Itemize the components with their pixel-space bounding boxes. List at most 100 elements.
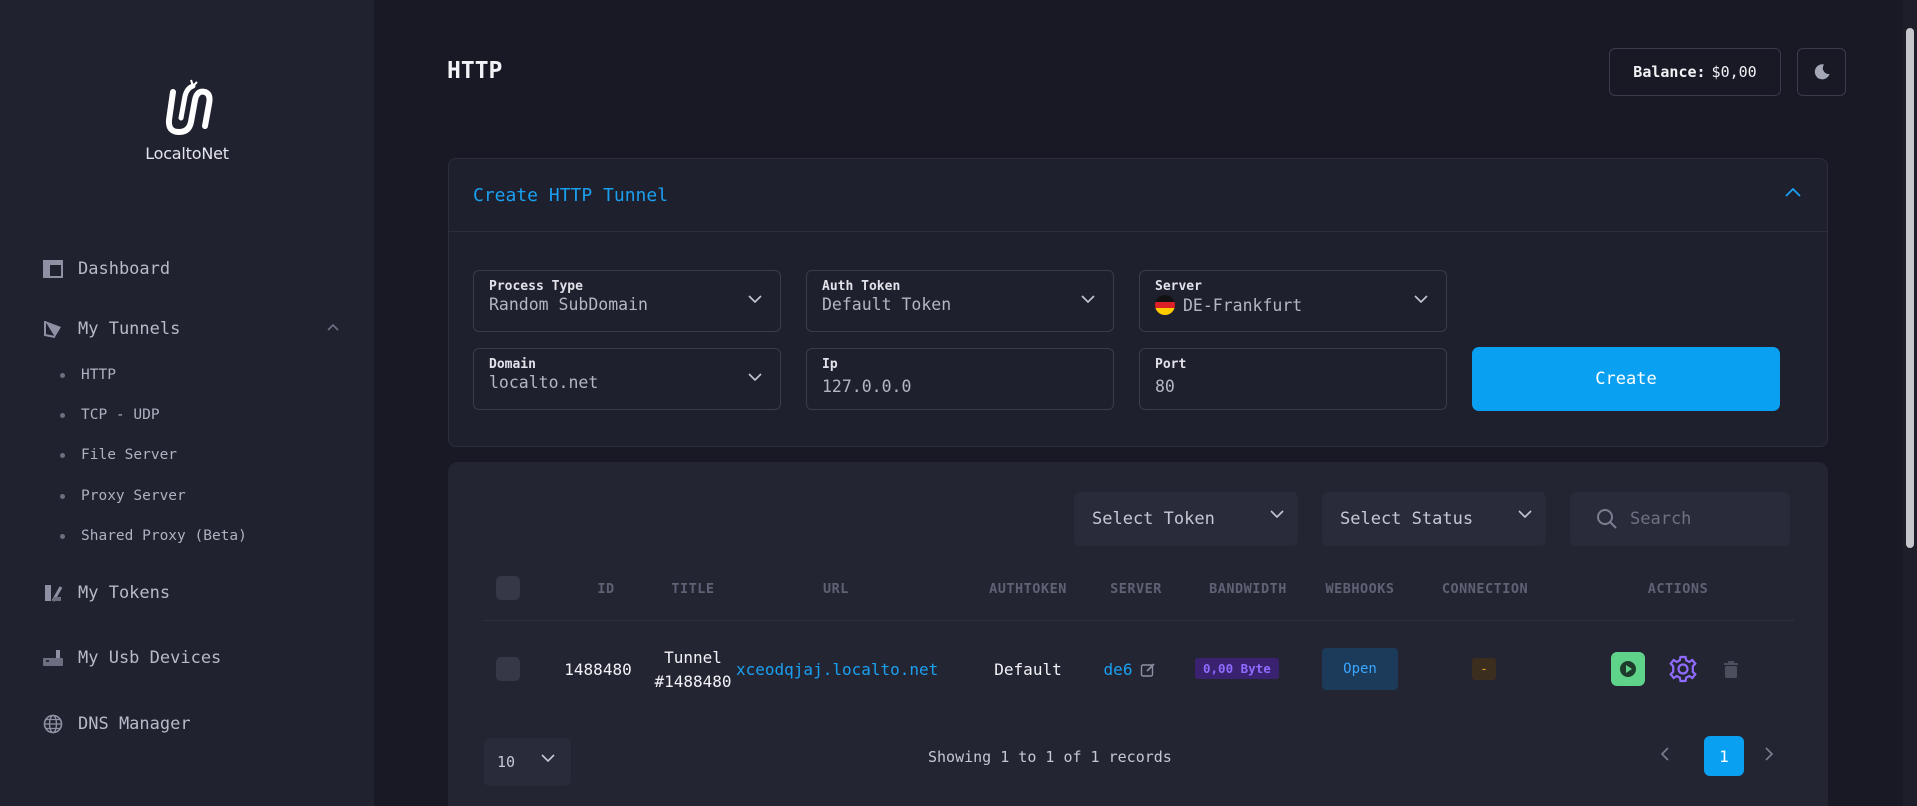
row-server-value[interactable]: de6	[1104, 660, 1133, 679]
chevron-left-icon[interactable]	[1660, 746, 1670, 762]
field-label: Auth Token	[822, 279, 901, 294]
row-title: Tunnel #1488480	[633, 646, 753, 694]
nav-my-usb-label: My Usb Devices	[78, 648, 222, 668]
globe-icon	[42, 713, 64, 735]
sub-item-tcp-udp[interactable]: TCP - UDP	[60, 407, 160, 423]
nav-my-tokens-label: My Tokens	[78, 583, 171, 603]
sub-item-label: HTTP	[81, 367, 116, 383]
nav-my-tunnels[interactable]: My Tunnels	[42, 318, 180, 340]
page-button-active[interactable]: 1	[1704, 736, 1744, 776]
create-tunnel-panel: Create HTTP Tunnel Process Type Random S…	[448, 158, 1828, 447]
start-tunnel-button[interactable]	[1611, 652, 1645, 686]
server-value: DE-Frankfurt	[1183, 295, 1303, 315]
sub-item-label: Shared Proxy (Beta)	[81, 528, 247, 544]
field-value: 80	[1155, 377, 1175, 396]
chevron-right-icon[interactable]	[1764, 746, 1774, 762]
field-label: Port	[1155, 357, 1187, 372]
create-tunnel-title: Create HTTP Tunnel	[473, 184, 669, 206]
create-button[interactable]: Create	[1472, 347, 1780, 411]
tunnels-table-card: Select Token Select Status Search ID TIT…	[448, 462, 1828, 806]
webhooks-open-button[interactable]: Open	[1322, 648, 1398, 690]
chevron-down-icon	[748, 295, 762, 304]
page-scrollbar[interactable]	[1903, 0, 1917, 806]
sub-item-label: TCP - UDP	[81, 407, 160, 423]
chevron-down-icon	[1414, 295, 1428, 304]
field-label: Ip	[822, 357, 838, 372]
moon-icon	[1814, 64, 1829, 80]
nav-dashboard[interactable]: Dashboard	[42, 258, 170, 280]
scrollbar-thumb[interactable]	[1906, 28, 1914, 548]
nav-dns-manager-label: DNS Manager	[78, 714, 191, 734]
germany-flag-icon	[1155, 295, 1175, 315]
row-url-link[interactable]: xceodqjaj.localto.net	[736, 660, 938, 679]
column-header-id: ID	[597, 581, 615, 597]
sub-item-file-server[interactable]: File Server	[60, 447, 177, 463]
bullet-icon	[60, 533, 65, 539]
sub-item-shared-proxy[interactable]: Shared Proxy (Beta)	[60, 528, 247, 544]
domain-select[interactable]: Domain localto.net	[473, 348, 781, 410]
column-header-server: SERVER	[1110, 581, 1162, 597]
logo[interactable]: LocaltoNet	[142, 78, 232, 163]
field-value: localto.net	[489, 373, 599, 392]
table-divider	[484, 620, 1794, 621]
balance-badge[interactable]: Balance: $0,00	[1609, 48, 1781, 96]
column-header-connection: CONNECTION	[1441, 581, 1529, 597]
logo-text: LocaltoNet	[145, 144, 229, 163]
page-title: HTTP	[447, 58, 503, 84]
column-header-actions: ACTIONS	[1647, 581, 1709, 597]
select-status-dropdown[interactable]: Select Status	[1322, 492, 1546, 546]
per-page-select[interactable]: 10	[484, 738, 571, 786]
select-all-checkbox[interactable]	[496, 576, 520, 600]
row-server: de6	[1100, 660, 1160, 679]
nav-dashboard-label: Dashboard	[78, 259, 171, 279]
per-page-value: 10	[497, 753, 516, 771]
bandwidth-badge: 0,00 Byte	[1195, 658, 1279, 679]
trash-icon[interactable]	[1723, 661, 1739, 679]
sidebar: LocaltoNet Dashboard My Tunnels HTTP TCP…	[0, 0, 374, 806]
row-title-line2: #1488480	[654, 672, 732, 691]
port-input[interactable]: Port 80	[1139, 348, 1447, 410]
search-placeholder: Search	[1630, 509, 1692, 529]
chevron-down-icon	[541, 754, 555, 763]
field-label: Server	[1155, 279, 1202, 294]
field-value: Default Token	[822, 295, 952, 314]
column-header-title: TITLE	[671, 581, 715, 597]
search-input[interactable]: Search	[1570, 492, 1790, 546]
select-token-dropdown[interactable]: Select Token	[1074, 492, 1298, 546]
bullet-icon	[60, 372, 65, 378]
row-checkbox[interactable]	[496, 657, 520, 681]
sub-item-proxy-server[interactable]: Proxy Server	[60, 488, 186, 504]
auth-token-select[interactable]: Auth Token Default Token	[806, 270, 1114, 332]
bullet-icon	[60, 493, 65, 499]
tunnels-icon	[42, 318, 64, 340]
search-icon	[1597, 509, 1617, 529]
field-value: DE-Frankfurt	[1155, 295, 1431, 315]
nav-my-tokens[interactable]: My Tokens	[42, 582, 170, 604]
select-status-label: Select Status	[1340, 509, 1474, 529]
edit-icon[interactable]	[1140, 662, 1156, 678]
ip-input[interactable]: Ip 127.0.0.0	[806, 348, 1114, 410]
connection-status-badge: -	[1472, 658, 1496, 680]
theme-toggle-button[interactable]	[1797, 48, 1846, 96]
create-tunnel-header[interactable]: Create HTTP Tunnel	[449, 159, 1827, 232]
nav-my-tunnels-label: My Tunnels	[78, 319, 181, 339]
sub-item-http[interactable]: HTTP	[60, 367, 116, 383]
records-summary: Showing 1 to 1 of 1 records	[928, 748, 1172, 766]
select-token-label: Select Token	[1092, 509, 1215, 529]
field-label: Process Type	[489, 279, 583, 294]
tokens-icon	[42, 582, 64, 604]
balance-value: $0,00	[1711, 63, 1757, 81]
dashboard-icon	[42, 258, 64, 280]
chevron-up-icon[interactable]	[327, 323, 339, 331]
process-type-select[interactable]: Process Type Random SubDomain	[473, 270, 781, 332]
chevron-up-icon[interactable]	[1785, 187, 1801, 197]
nav-my-usb-devices[interactable]: My Usb Devices	[42, 647, 221, 669]
column-header-url: URL	[823, 581, 849, 597]
nav-dns-manager[interactable]: DNS Manager	[42, 713, 191, 735]
balance-label: Balance:	[1633, 63, 1706, 81]
settings-gear-icon[interactable]	[1666, 652, 1700, 686]
bullet-icon	[60, 412, 65, 418]
chevron-down-icon	[1081, 295, 1095, 304]
chevron-down-icon	[748, 373, 762, 382]
server-select[interactable]: Server DE-Frankfurt	[1139, 270, 1447, 332]
